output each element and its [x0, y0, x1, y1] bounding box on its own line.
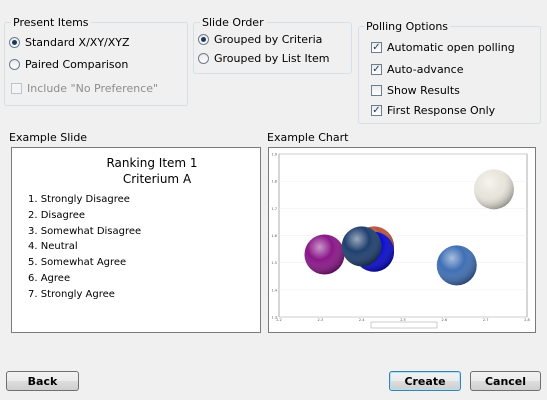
auto-advance-checkbox[interactable]: ✓ — [371, 64, 382, 75]
y-tick-label: 1.8 — [271, 180, 277, 184]
first-response-label: First Response Only — [387, 104, 496, 117]
scale-item: 7. Strongly Agree — [28, 288, 115, 300]
bubble-point-shade — [436, 245, 477, 286]
present-items-title: Present Items — [11, 16, 91, 29]
show-results-option[interactable]: Show Results — [371, 84, 460, 97]
auto-open-polling-checkbox[interactable]: ✓ — [371, 42, 382, 53]
grouped-criteria-radio[interactable] — [198, 34, 209, 45]
paired-radio[interactable] — [9, 59, 20, 70]
auto-advance-option[interactable]: ✓ Auto-advance — [371, 63, 463, 76]
polling-options-title: Polling Options — [364, 20, 451, 33]
cancel-button[interactable]: Cancel — [470, 371, 541, 391]
y-tick-label: 1.4 — [271, 288, 277, 292]
x-tick-label: 2.2 — [276, 318, 282, 322]
scale-item: 4. Neutral — [28, 241, 78, 253]
grouped-criteria-option[interactable]: Grouped by Criteria — [198, 33, 322, 46]
standard-radio-label: Standard X/XY/XYZ — [25, 36, 130, 49]
example-chart-label: Example Chart — [267, 131, 349, 144]
slide-order-title: Slide Order — [200, 16, 266, 29]
include-no-pref-label: Include "No Preference" — [27, 82, 159, 95]
slide-order-group — [193, 22, 352, 74]
slide-title-line1: Ranking Item 1 — [106, 156, 198, 170]
grouped-list-option[interactable]: Grouped by List Item — [198, 52, 330, 65]
bubble-point-shade — [341, 226, 382, 267]
x-tick-label: 2.7 — [483, 318, 489, 322]
slide-title-line2: Criterium A — [122, 172, 192, 186]
y-tick-label: 1.6 — [271, 234, 277, 238]
standard-radio[interactable] — [9, 37, 20, 48]
grouped-list-label: Grouped by List Item — [214, 52, 330, 65]
auto-advance-label: Auto-advance — [387, 63, 464, 76]
paired-radio-option[interactable]: Paired Comparison — [9, 58, 128, 71]
y-tick-label: 1.9 — [271, 153, 277, 157]
bubble-point — [341, 226, 382, 267]
scale-item: 1. Strongly Disagree — [28, 194, 130, 205]
x-tick-label: 2.8 — [524, 318, 530, 322]
auto-open-polling-option[interactable]: ✓ Automatic open polling — [371, 41, 515, 54]
show-results-checkbox[interactable] — [371, 85, 382, 96]
first-response-option[interactable]: ✓ First Response Only — [371, 104, 495, 117]
scale-item: 5. Somewhat Agree — [28, 257, 127, 269]
slide-scale-list: 1. Strongly Disagree 2. Disagree 3. Some… — [28, 192, 141, 303]
paired-radio-label: Paired Comparison — [25, 58, 129, 71]
example-chart-panel: 1.3 1.4 1.5 1.6 1.7 1.8 1.9 2.2 2.3 2.4 2.5 2.6 2.7 2… — [268, 147, 536, 333]
back-button[interactable]: Back — [6, 371, 79, 391]
show-results-label: Show Results — [387, 84, 460, 97]
bubble-point-shade — [304, 234, 345, 275]
example-slide-label: Example Slide — [9, 131, 88, 144]
bubble-point — [473, 169, 514, 210]
scale-item: 3. Somewhat Disagree — [28, 225, 142, 237]
legend-box — [370, 321, 438, 329]
x-tick-label: 2.6 — [442, 318, 448, 322]
include-no-pref-checkbox[interactable] — [11, 83, 22, 94]
auto-open-polling-label: Automatic open polling — [387, 41, 515, 54]
bubble-point — [436, 245, 477, 286]
create-button[interactable]: Create — [389, 371, 461, 391]
x-tick-label: 2.4 — [359, 318, 365, 322]
first-response-checkbox[interactable]: ✓ — [371, 105, 382, 116]
x-tick-label: 2.5 — [400, 318, 406, 322]
y-tick-label: 1.7 — [271, 207, 277, 211]
standard-radio-option[interactable]: Standard X/XY/XYZ — [9, 36, 130, 49]
grouped-criteria-label: Grouped by Criteria — [214, 33, 323, 46]
example-slide-panel: Ranking Item 1 Criterium A 1. Strongly D… — [11, 147, 261, 333]
scale-item: 2. Disagree — [28, 209, 86, 221]
x-tick-label: 2.3 — [318, 318, 324, 322]
bubble-point-shade — [473, 169, 514, 210]
scale-item: 6. Agree — [28, 272, 71, 284]
bubble-chart: 1.31.41.51.61.71.81.92.2 2.3 2.4 2.5 2.6 2.7 2… — [271, 153, 530, 329]
bubble-point — [304, 234, 345, 275]
grouped-list-radio[interactable] — [198, 53, 209, 64]
y-tick-label: 1.5 — [271, 261, 277, 265]
include-no-pref-option[interactable]: Include "No Preference" — [11, 82, 158, 95]
